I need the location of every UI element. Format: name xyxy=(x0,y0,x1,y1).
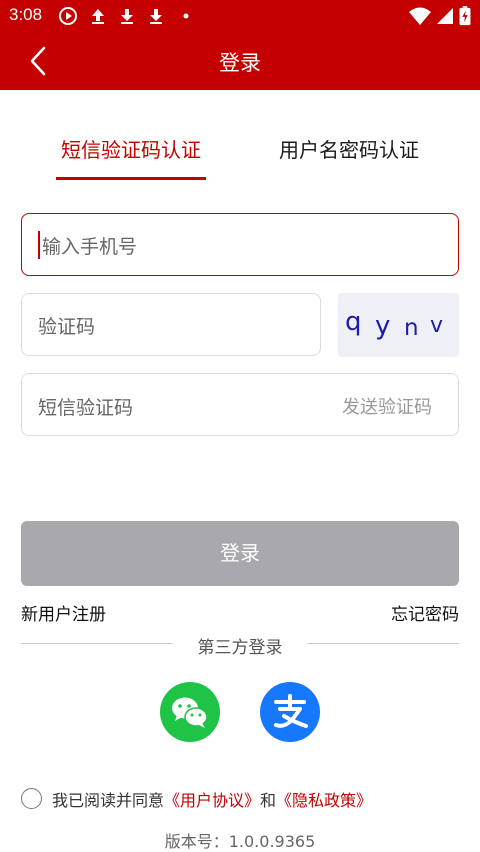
register-link[interactable]: 新用户注册 xyxy=(21,600,106,625)
login-button[interactable]: 登录 xyxy=(21,521,459,586)
sms-code-placeholder: 短信验证码 xyxy=(38,397,134,419)
tab-password-login[interactable]: 用户名密码认证 xyxy=(273,134,425,166)
privacy-policy-link[interactable]: 《隐私政策》 xyxy=(276,791,372,810)
captcha-char: y xyxy=(375,311,391,341)
phone-placeholder: 输入手机号 xyxy=(42,236,138,258)
wechat-login-button[interactable] xyxy=(160,682,220,742)
wifi-icon xyxy=(409,7,431,25)
page-title: 登录 xyxy=(219,51,261,75)
captcha-placeholder: 验证码 xyxy=(38,316,96,338)
version-label: 版本号：1.0.0.9365 xyxy=(164,832,316,851)
dot-icon xyxy=(183,13,189,19)
captcha-char: v xyxy=(430,313,444,338)
battery-charging-icon xyxy=(459,6,471,26)
signal-icon xyxy=(437,8,453,24)
user-agreement-link[interactable]: 《用户协议》 xyxy=(164,791,260,810)
app-header: 3:08 登录 xyxy=(0,0,480,90)
sms-code-input[interactable]: 短信验证码 发送验证码 xyxy=(21,373,459,436)
text-cursor xyxy=(38,231,40,259)
download-icon xyxy=(150,9,162,24)
captcha-image[interactable]: q y n v xyxy=(338,293,459,357)
agreement-and: 和 xyxy=(260,791,277,810)
toolbar: 登录 xyxy=(0,32,480,90)
status-bar: 3:08 xyxy=(0,0,480,32)
active-tab-indicator xyxy=(56,177,206,180)
agreement-text: 我已阅读并同意《用户协议》和《隐私政策》 xyxy=(52,787,372,811)
captcha-char: n xyxy=(404,315,419,341)
phone-input[interactable]: 输入手机号 xyxy=(21,213,459,276)
captcha-input[interactable]: 验证码 xyxy=(21,293,321,356)
divider-right xyxy=(307,643,459,644)
alipay-icon xyxy=(274,694,308,728)
wechat-icon xyxy=(172,697,208,728)
captcha-char: q xyxy=(345,307,362,337)
agreement-checkbox[interactable] xyxy=(21,788,42,809)
alipay-login-button[interactable] xyxy=(260,682,320,742)
play-circle-icon xyxy=(59,7,77,25)
download-icon xyxy=(121,9,133,24)
status-time: 3:08 xyxy=(9,5,43,24)
tab-sms-verification[interactable]: 短信验证码认证 xyxy=(56,134,206,166)
send-code-button[interactable]: 发送验证码 xyxy=(342,393,432,419)
upload-icon xyxy=(92,9,104,24)
agreement-prefix: 我已阅读并同意 xyxy=(52,791,165,810)
third-party-label: 第三方登录 xyxy=(197,638,283,658)
forgot-password-link[interactable]: 忘记密码 xyxy=(391,600,459,625)
